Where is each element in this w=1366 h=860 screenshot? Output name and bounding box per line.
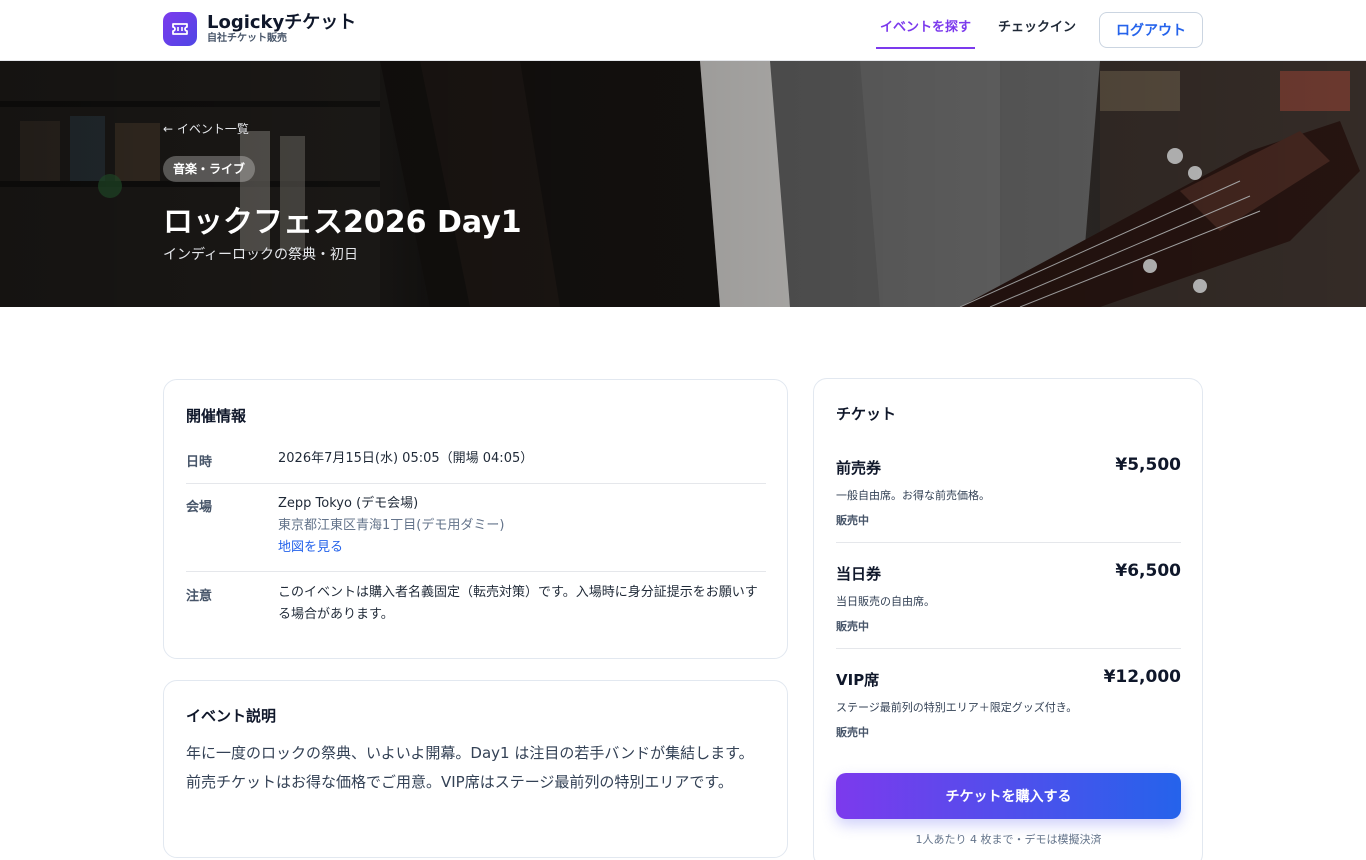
info-row-venue: 会場 Zepp Tokyo (デモ会場) 東京都江東区青海1丁目(デモ用ダミー)… <box>186 493 766 572</box>
date-label: 日時 <box>186 455 213 470</box>
event-description-card: イベント説明 年に一度のロックの祭典、いよいよ開幕。Day1 は注目の若手バンド… <box>163 680 788 858</box>
note-label: 注意 <box>186 589 213 604</box>
logout-button[interactable]: ログアウト <box>1099 12 1203 48</box>
ticket-status: 販売中 <box>836 514 869 527</box>
event-info-card: 開催情報 日時 2026年7月15日(水) 05:05（開場 04:05） 会場… <box>163 379 788 659</box>
category-badge: 音楽・ライブ <box>163 156 256 182</box>
brand-subtitle: 自社チケット販売 <box>207 33 287 44</box>
ticket-item[interactable]: VIP席 ¥12,000 ステージ最前列の特別エリア＋限定グッズ付き。 販売中 <box>836 667 1181 749</box>
buy-tickets-button[interactable]: チケットを購入する <box>836 773 1181 819</box>
ticket-price: ¥6,500 <box>1115 561 1181 581</box>
note-value: このイベントは購入者名義固定（転売対策）です。入場時に身分証提示をお願いする場合… <box>278 585 758 622</box>
ticket-price: ¥5,500 <box>1115 455 1181 475</box>
ticket-name: 前売券 <box>836 459 882 477</box>
event-hero: ← イベント一覧 音楽・ライブ ロックフェス2026 Day1 インディーロック… <box>0 61 1366 307</box>
venue-label: 会場 <box>186 500 213 515</box>
ticket-status: 販売中 <box>836 726 869 739</box>
ticket-card: チケット 前売券 ¥5,500 一般自由席。お得な前売価格。 販売中 当日券 ¥… <box>813 378 1203 860</box>
purchase-limit-note: 1人あたり 4 枚まで・デモは模擬決済 <box>915 833 1102 846</box>
ticket-description: 一般自由席。お得な前売価格。 <box>836 489 990 502</box>
ticket-card-title: チケット <box>836 405 897 423</box>
brand-name: Logickyチケット <box>207 12 357 33</box>
description-text: 年に一度のロックの祭典、いよいよ開幕。Day1 は注目の若手バンドが集結します。… <box>186 744 754 791</box>
main-nav: イベントを探す チェックイン ログアウト <box>875 11 1203 49</box>
event-title: ロックフェス2026 Day1 <box>163 205 522 240</box>
ticket-status: 販売中 <box>836 620 869 633</box>
ticket-price: ¥12,000 <box>1103 667 1181 687</box>
info-row-date: 日時 2026年7月15日(水) 05:05（開場 04:05） <box>186 448 766 484</box>
site-header: Logickyチケット 自社チケット販売 イベントを探す チェックイン ログアウ… <box>0 0 1366 61</box>
venue-name: Zepp Tokyo (デモ会場) <box>278 496 419 511</box>
ticket-name: 当日券 <box>836 565 882 583</box>
nav-checkin[interactable]: チェックイン <box>994 11 1080 49</box>
map-link[interactable]: 地図を見る <box>278 537 766 559</box>
venue-address: 東京都江東区青海1丁目(デモ用ダミー) <box>278 518 505 533</box>
info-card-title: 開催情報 <box>186 407 247 425</box>
ticket-name: VIP席 <box>836 671 880 689</box>
description-title: イベント説明 <box>186 707 277 725</box>
brand[interactable]: Logickyチケット 自社チケット販売 <box>163 12 356 46</box>
ticket-description: ステージ最前列の特別エリア＋限定グッズ付き。 <box>836 701 1078 714</box>
ticket-item[interactable]: 当日券 ¥6,500 当日販売の自由席。 販売中 <box>836 561 1181 649</box>
ticket-logo-icon <box>163 12 197 46</box>
info-row-note: 注意 このイベントは購入者名義固定（転売対策）です。入場時に身分証提示をお願いす… <box>186 582 766 632</box>
ticket-item[interactable]: 前売券 ¥5,500 一般自由席。お得な前売価格。 販売中 <box>836 455 1181 543</box>
back-to-events-link[interactable]: ← イベント一覧 <box>163 120 249 137</box>
date-value: 2026年7月15日(水) 05:05（開場 04:05） <box>278 451 534 466</box>
ticket-description: 当日販売の自由席。 <box>836 595 935 608</box>
event-subtitle: インディーロックの祭典・初日 <box>163 247 359 263</box>
nav-find-events[interactable]: イベントを探す <box>875 11 975 49</box>
